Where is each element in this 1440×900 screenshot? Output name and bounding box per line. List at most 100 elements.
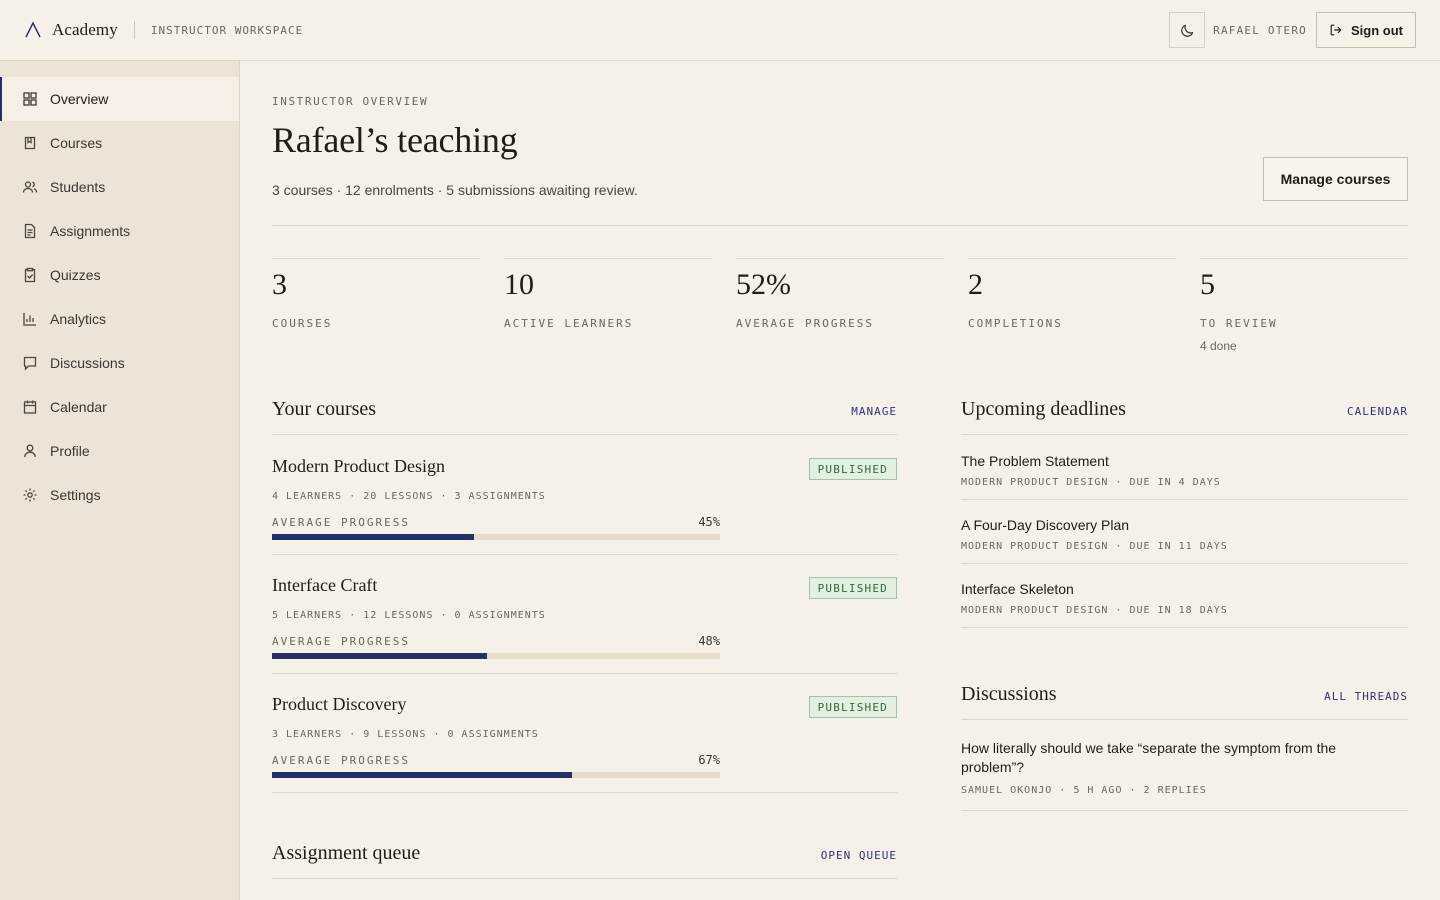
sidebar-item-label: Quizzes [50,267,101,283]
course-name[interactable]: Interface Craft [272,575,377,596]
course-card[interactable]: Modern Product Design PUBLISHED 4 LEARNE… [272,436,897,555]
course-name[interactable]: Product Discovery [272,694,406,715]
stat-value: 10 [504,268,534,301]
all-threads-link[interactable]: ALL THREADS [1324,690,1408,703]
user-name: RAFAEL OTERO [1213,23,1307,37]
sidebar-item-analytics[interactable]: Analytics [0,297,239,341]
book-icon [24,136,36,150]
course-meta: 4 LEARNERS · 20 LESSONS · 3 ASSIGNMENTS [272,491,546,502]
sidebar-item-label: Settings [50,487,101,503]
deadline-title: The Problem Statement [961,453,1109,469]
course-name[interactable]: Modern Product Design [272,456,445,477]
workspace-label: INSTRUCTOR WORKSPACE [150,23,304,37]
progress-value: 48% [698,634,720,648]
sidebar-item-profile[interactable]: Profile [0,429,239,473]
progress-fill [272,534,474,540]
stat-average-progress: 52% AVERAGE PROGRESS [736,258,944,353]
progress-bar [272,772,720,778]
logo-icon [25,21,41,38]
course-list: Modern Product Design PUBLISHED 4 LEARNE… [272,436,897,793]
manage-link[interactable]: MANAGE [851,405,897,418]
sidebar-item-label: Courses [50,135,103,151]
grid-icon [23,92,37,106]
progress-fill [272,653,488,659]
stat-to-review: 5 TO REVIEW 4 done [1200,258,1408,353]
section-title: Your courses [272,398,377,420]
sidebar-item-label: Students [50,179,106,195]
stat-courses: 3 COURSES [272,258,480,353]
section-title: Discussions [961,683,1057,705]
discussion-list: How literally should we take “separate t… [961,721,1408,811]
sign-out-label: Sign out [1351,22,1403,38]
deadline-list: The Problem Statement MODERN PRODUCT DES… [961,436,1408,628]
course-meta: 3 LEARNERS · 9 LESSONS · 0 ASSIGNMENTS [272,729,539,740]
section-title: Upcoming deadlines [961,398,1126,420]
progress-bar [272,534,720,540]
sign-out-button[interactable]: Sign out [1316,12,1416,48]
top-bar: Academy INSTRUCTOR WORKSPACE RAFAEL OTER… [0,0,1440,61]
section-title: Assignment queue [272,842,421,864]
sidebar-item-label: Profile [50,443,90,459]
discussion-meta: SAMUEL OKONJO · 5 H AGO · 2 REPLIES [961,785,1207,796]
stat-value: 52% [736,268,791,301]
sidebar-item-quizzes[interactable]: Quizzes [0,253,239,297]
stats-row: 3 COURSES 10 ACTIVE LEARNERS 52% AVERAGE… [272,258,1408,353]
stat-label: COMPLETIONS [968,317,1063,330]
discussion-item[interactable]: How literally should we take “separate t… [961,721,1408,811]
stat-label: COURSES [272,317,333,330]
progress-label: AVERAGE PROGRESS [272,754,410,767]
sidebar-item-discussions[interactable]: Discussions [0,341,239,385]
sidebar-item-label: Analytics [50,311,107,327]
sidebar: Overview Courses Students Assignments Qu… [0,61,240,900]
course-meta: 5 LEARNERS · 12 LESSONS · 0 ASSIGNMENTS [272,610,546,621]
sidebar-item-calendar[interactable]: Calendar [0,385,239,429]
progress-label: AVERAGE PROGRESS [272,635,410,648]
header-divider [272,225,1408,226]
progress-value: 45% [698,515,720,529]
manage-courses-button[interactable]: Manage courses [1263,157,1408,201]
stat-note: 4 done [1200,339,1237,353]
page-title: Rafael’s teaching [272,120,518,160]
deadline-meta: MODERN PRODUCT DESIGN · DUE IN 11 DAYS [961,541,1228,552]
calendar-link[interactable]: CALENDAR [1347,405,1408,418]
sidebar-item-label: Overview [50,91,109,107]
clipboard-check-icon [24,267,36,283]
sidebar-item-label: Calendar [50,399,107,415]
brand-divider [133,21,135,39]
progress-fill [272,772,573,778]
user-icon [24,444,36,458]
open-queue-link[interactable]: OPEN QUEUE [821,849,897,862]
sidebar-item-overview[interactable]: Overview [0,77,239,121]
brand-name: Academy [52,20,118,39]
sidebar-item-assignments[interactable]: Assignments [0,209,239,253]
gear-icon [23,488,37,502]
brand[interactable]: Academy INSTRUCTOR WORKSPACE [24,18,303,42]
sidebar-item-settings[interactable]: Settings [0,473,239,517]
stat-label: ACTIVE LEARNERS [504,317,634,330]
sidebar-item-students[interactable]: Students [0,165,239,209]
sidebar-item-label: Assignments [50,223,131,239]
deadlines-section-header: Upcoming deadlines CALENDAR [961,397,1408,435]
deadline-item[interactable]: The Problem Statement MODERN PRODUCT DES… [961,436,1408,500]
progress-label: AVERAGE PROGRESS [272,516,410,529]
assignment-queue-header: Assignment queue OPEN QUEUE [272,841,897,879]
course-card[interactable]: Product Discovery PUBLISHED 3 LEARNERS ·… [272,674,897,793]
status-badge: PUBLISHED [808,696,897,718]
page-subtitle: 3 courses · 12 enrolments · 5 submission… [272,182,638,198]
sidebar-item-courses[interactable]: Courses [0,121,239,165]
progress-value: 67% [698,753,720,767]
main-content: INSTRUCTOR OVERVIEW Rafael’s teaching 3 … [272,61,1408,900]
deadline-meta: MODERN PRODUCT DESIGN · DUE IN 18 DAYS [961,605,1228,616]
stat-active-learners: 10 ACTIVE LEARNERS [504,258,712,353]
users-icon [22,181,38,193]
moon-icon [1180,24,1193,37]
course-card[interactable]: Interface Craft PUBLISHED 5 LEARNERS · 1… [272,555,897,674]
deadline-item[interactable]: Interface Skeleton MODERN PRODUCT DESIGN… [961,564,1408,628]
deadline-item[interactable]: A Four-Day Discovery Plan MODERN PRODUCT… [961,500,1408,564]
sign-out-icon [1330,24,1342,36]
discussion-question: How literally should we take “separate t… [961,740,1337,775]
theme-toggle-button[interactable] [1169,12,1206,48]
document-icon [24,223,36,239]
status-badge: PUBLISHED [808,577,897,599]
page-eyebrow: INSTRUCTOR OVERVIEW [272,95,429,108]
